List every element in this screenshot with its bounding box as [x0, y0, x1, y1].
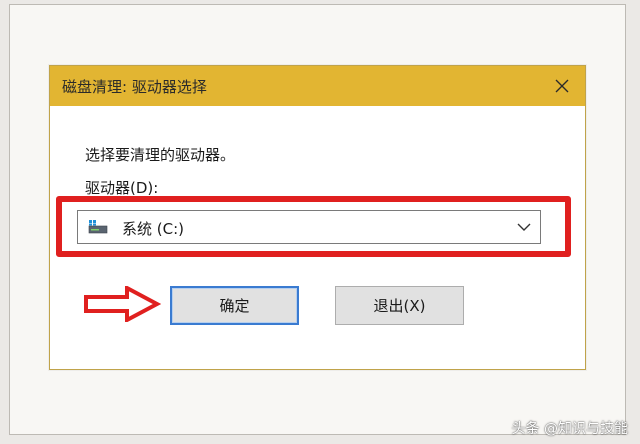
instruction-text: 选择要清理的驱动器。: [85, 146, 236, 164]
dialog-title: 磁盘清理: 驱动器选择: [62, 78, 207, 96]
ok-button[interactable]: 确定: [170, 286, 299, 325]
pointer-arrow-icon: [84, 286, 161, 322]
drive-highlight-annotation: [56, 196, 571, 257]
disk-cleanup-dialog: 磁盘清理: 驱动器选择 选择要清理的驱动器。 驱动器(D): 系统 (C:) 确…: [49, 65, 586, 370]
close-button[interactable]: [539, 66, 585, 106]
dialog-titlebar[interactable]: 磁盘清理: 驱动器选择: [50, 66, 585, 106]
exit-button[interactable]: 退出(X): [335, 286, 464, 325]
close-icon: [555, 79, 569, 93]
source-watermark: 头条 @知识与技能: [511, 421, 628, 437]
drive-field-label: 驱动器(D):: [85, 179, 159, 197]
